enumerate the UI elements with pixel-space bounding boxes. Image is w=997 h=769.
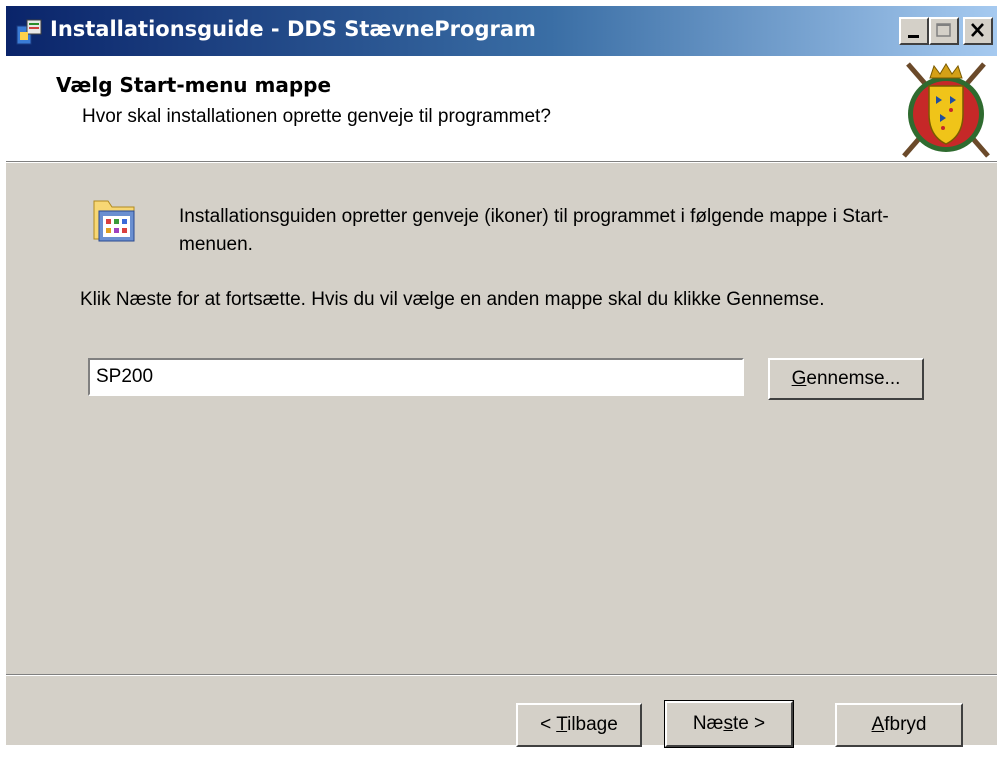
next-label: Næste > bbox=[692, 713, 766, 734]
browse-label: Gennemse... bbox=[791, 368, 901, 389]
info-text: Installationsguiden opretter genveje (ik… bbox=[179, 206, 889, 255]
title-bar[interactable]: Installationsguide - DDS StævneProgram bbox=[6, 6, 997, 56]
close-button[interactable] bbox=[963, 17, 993, 45]
next-button[interactable]: Næste > bbox=[664, 700, 794, 748]
page-title: Vælg Start-menu mappe bbox=[56, 73, 332, 97]
window-title: Installationsguide - DDS StævneProgram bbox=[50, 17, 536, 41]
maximize-button[interactable] bbox=[929, 17, 959, 45]
instruction-text: Klik Næste for at fortsætte. Hvis du vil… bbox=[80, 289, 825, 310]
minimize-icon bbox=[908, 35, 919, 38]
browse-button[interactable]: Gennemse... bbox=[768, 358, 924, 400]
back-label: < Tilbage bbox=[540, 714, 618, 735]
dds-crest-logo bbox=[902, 62, 990, 158]
footer-divider bbox=[6, 674, 997, 676]
minimize-button[interactable] bbox=[899, 17, 929, 45]
page-subtitle: Hvor skal installationen oprette genveje… bbox=[82, 106, 551, 127]
close-icon bbox=[971, 23, 984, 37]
wizard-header: Vælg Start-menu mappe Hvor skal installa… bbox=[6, 56, 997, 161]
cancel-label: Afbryd bbox=[871, 714, 927, 735]
start-menu-folder-icon bbox=[93, 200, 135, 242]
installer-icon bbox=[16, 19, 42, 45]
installer-window: Installationsguide - DDS StævneProgram V… bbox=[6, 6, 997, 748]
maximize-icon bbox=[936, 23, 951, 37]
back-button[interactable]: < Tilbage bbox=[516, 703, 642, 747]
header-divider bbox=[6, 161, 997, 163]
cancel-button[interactable]: Afbryd bbox=[835, 703, 963, 747]
start-menu-folder-input[interactable] bbox=[88, 358, 744, 396]
